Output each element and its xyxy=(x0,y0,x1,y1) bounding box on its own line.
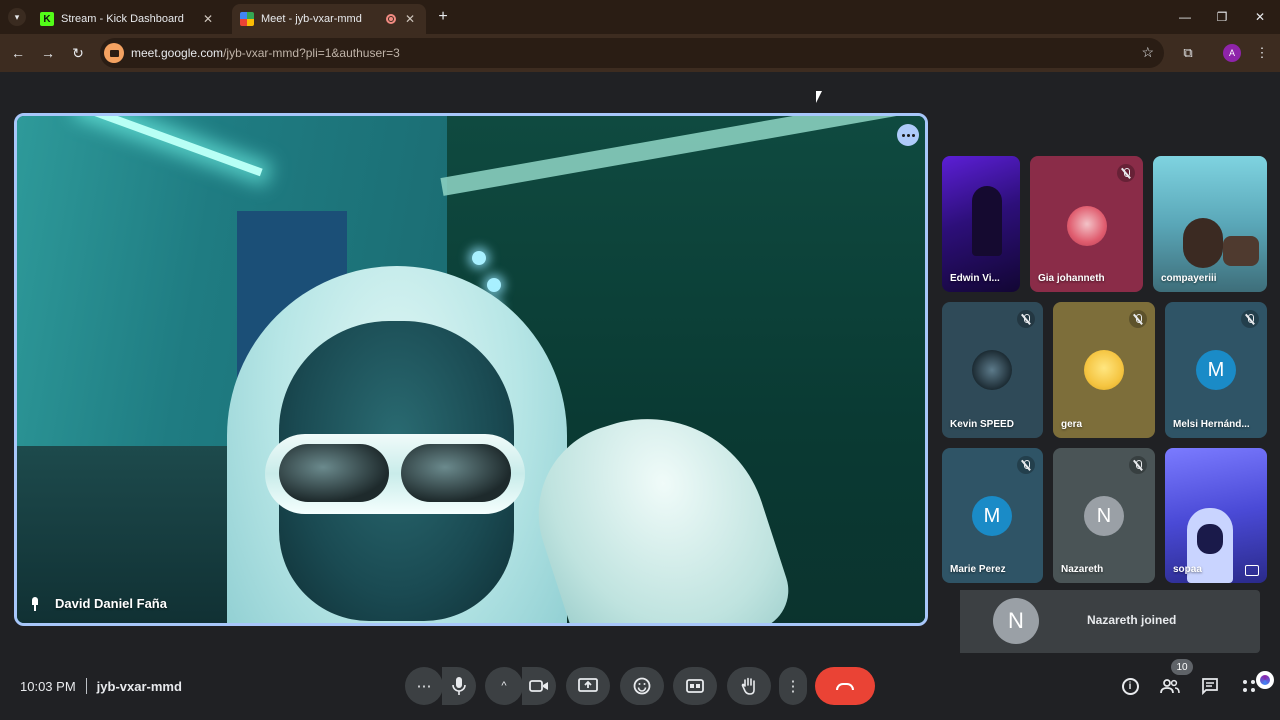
participant-name: Kevin SPEED xyxy=(950,419,1014,430)
raise-hand-button[interactable] xyxy=(727,667,771,705)
participant-tile[interactable]: gera xyxy=(1053,302,1155,438)
participant-avatar xyxy=(1084,350,1124,390)
participant-name: Marie Perez xyxy=(950,564,1006,575)
camera-button[interactable] xyxy=(522,667,556,705)
back-arrow-icon[interactable]: ← xyxy=(8,43,28,63)
profile-avatar[interactable]: A xyxy=(1222,43,1242,63)
tab-meet[interactable]: Meet - jyb-vxar-mmd ✕ xyxy=(232,4,426,34)
chat-icon xyxy=(1202,678,1218,695)
participant-tile[interactable]: compayeriii xyxy=(1153,156,1267,292)
chat-button[interactable] xyxy=(1199,675,1221,697)
camera-icon xyxy=(529,680,548,692)
close-window-icon[interactable]: ✕ xyxy=(1251,8,1269,26)
meeting-details-button[interactable]: i xyxy=(1119,675,1141,697)
leave-call-button[interactable] xyxy=(815,667,875,705)
participant-tile[interactable]: M Marie Perez xyxy=(942,448,1043,583)
hang-up-phone-icon xyxy=(836,682,854,690)
mic-off-icon xyxy=(1017,310,1035,328)
pin-icon[interactable] xyxy=(29,596,41,611)
microphone-button[interactable] xyxy=(442,667,476,705)
participant-tile[interactable]: sopaa xyxy=(1165,448,1267,583)
captions-icon xyxy=(686,679,704,693)
microphone-icon xyxy=(452,677,466,695)
more-options-button[interactable]: ⋯ xyxy=(405,667,443,705)
participant-count-badge: 10 xyxy=(1171,659,1193,675)
divider xyxy=(85,678,87,694)
extensions-puzzle-icon[interactable]: ⧉ xyxy=(1178,43,1198,63)
gemini-assist-icon[interactable] xyxy=(1256,671,1274,689)
participant-avatar xyxy=(1067,206,1107,246)
people-button[interactable] xyxy=(1159,675,1181,697)
camera-site-icon[interactable] xyxy=(104,43,124,63)
kick-favicon-icon: K xyxy=(40,12,54,26)
activities-icon xyxy=(1243,680,1255,692)
meeting-time: 10:03 PM xyxy=(20,678,76,694)
meet-favicon-icon xyxy=(240,12,254,26)
participant-name: Nazareth xyxy=(1061,564,1104,575)
audio-settings-chevron[interactable]: ^ xyxy=(485,667,523,705)
speaker-video xyxy=(17,116,925,623)
mic-off-icon xyxy=(1129,310,1147,328)
tile-options-icon[interactable] xyxy=(897,124,919,146)
tab-search-chevron-icon[interactable]: ▾ xyxy=(8,8,26,26)
participant-tile[interactable]: M Melsi Hernánd... xyxy=(1165,302,1267,438)
participant-name: compayeriii xyxy=(1161,273,1217,284)
participant-tile[interactable]: Edwin Vi... xyxy=(942,156,1020,292)
toast-avatar: N xyxy=(993,598,1039,644)
people-icon xyxy=(1160,679,1180,694)
participant-name: Edwin Vi... xyxy=(950,273,1000,284)
activities-button[interactable] xyxy=(1241,675,1257,697)
participant-tile[interactable]: N Nazareth xyxy=(1053,448,1155,583)
participant-name: gera xyxy=(1061,419,1083,430)
maximize-icon[interactable]: ❐ xyxy=(1213,8,1231,26)
participant-name: sopaa xyxy=(1173,564,1202,575)
screen-share-icon xyxy=(1245,565,1259,576)
recording-icon xyxy=(386,14,396,24)
mic-off-icon xyxy=(1129,456,1147,474)
info-icon: i xyxy=(1121,677,1139,695)
new-tab-plus-icon[interactable]: + xyxy=(434,8,452,26)
participant-avatar: M xyxy=(1196,350,1236,390)
participant-avatar: M xyxy=(972,496,1012,536)
participant-name: Melsi Hernánd... xyxy=(1173,419,1250,430)
address-bar[interactable]: meet.google.com/jyb-vxar-mmd?pli=1&authu… xyxy=(100,38,1164,68)
captions-button[interactable] xyxy=(673,667,717,705)
forward-arrow-icon[interactable]: → xyxy=(38,43,58,63)
meeting-code: jyb-vxar-mmd xyxy=(96,678,182,694)
toast-message: Nazareth joined xyxy=(1087,613,1177,627)
mic-off-icon xyxy=(1017,456,1035,474)
browser-menu-icon[interactable]: ⋮ xyxy=(1252,43,1272,63)
participant-joined-toast: N Nazareth joined xyxy=(960,590,1260,653)
minimize-icon[interactable]: — xyxy=(1176,8,1194,26)
mic-off-icon xyxy=(1241,310,1259,328)
mic-off-icon xyxy=(1117,164,1135,182)
participant-name: Gia johanneth xyxy=(1038,273,1105,284)
participant-tile[interactable]: Kevin SPEED xyxy=(942,302,1043,438)
tab-kick-dashboard[interactable]: K Stream - Kick Dashboard ✕ xyxy=(32,4,224,34)
meeting-info: 10:03 PM jyb-vxar-mmd xyxy=(20,678,182,694)
browser-titlebar: ▾ K Stream - Kick Dashboard ✕ Meet - jyb… xyxy=(0,0,1280,34)
raise-hand-icon xyxy=(741,677,755,695)
speaker-name-label: David Daniel Faña xyxy=(29,596,167,611)
mouse-cursor-icon xyxy=(816,91,822,103)
tab-title: Meet - jyb-vxar-mmd xyxy=(261,13,362,25)
reload-icon[interactable]: ↻ xyxy=(68,43,88,63)
more-actions-button[interactable]: ⋮ xyxy=(779,667,807,705)
present-screen-button[interactable] xyxy=(566,667,610,705)
bookmark-star-icon[interactable]: ☆ xyxy=(1141,44,1154,61)
tab-title: Stream - Kick Dashboard xyxy=(61,13,184,25)
close-tab-icon[interactable]: ✕ xyxy=(402,11,418,27)
present-screen-icon xyxy=(578,678,598,692)
emoji-icon xyxy=(633,677,651,695)
emoji-reactions-button[interactable] xyxy=(620,667,664,705)
participant-avatar xyxy=(972,350,1012,390)
participant-avatar: N xyxy=(1084,496,1124,536)
browser-toolbar: ← → ↻ meet.google.com/jyb-vxar-mmd?pli=1… xyxy=(0,34,1280,72)
participant-tile[interactable]: Gia johanneth xyxy=(1030,156,1143,292)
close-tab-icon[interactable]: ✕ xyxy=(200,11,216,27)
url-text: meet.google.com/jyb-vxar-mmd?pli=1&authu… xyxy=(131,46,400,60)
main-video-tile[interactable]: David Daniel Faña xyxy=(14,113,928,626)
